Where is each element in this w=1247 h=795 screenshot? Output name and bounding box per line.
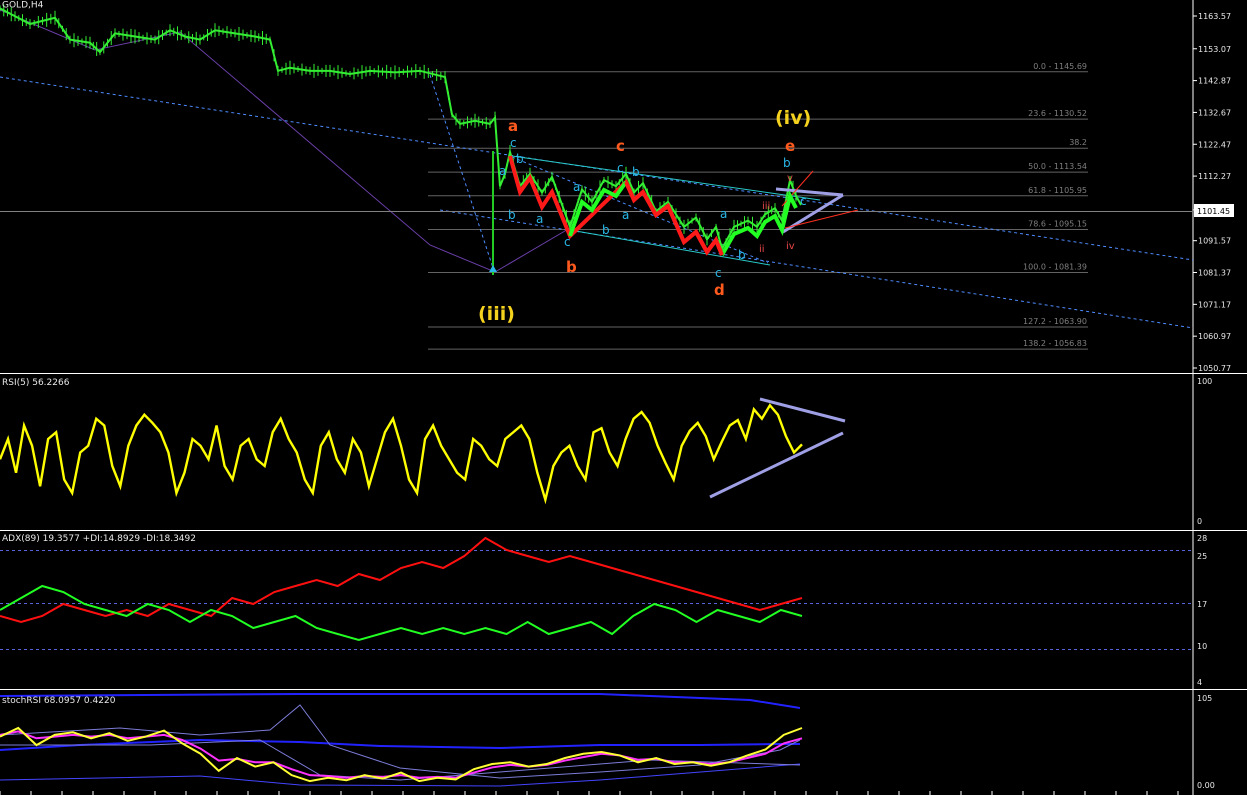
adx-axis-label: 28 [1197, 534, 1207, 543]
wave-label: c [616, 137, 625, 155]
wave-label: c [800, 194, 807, 208]
adx-axis-label: 25 [1197, 552, 1207, 561]
gold-h4-chart: 0.0 - 1145.69 23.6 - 1130.52 38.2 50.0 - 11… [0, 0, 1247, 795]
price-axis-label: 1112.27 [1198, 172, 1231, 181]
price-axis-label: 1071.17 [1198, 300, 1231, 309]
wave-label: a [508, 117, 518, 135]
adx-axis-label: 4 [1197, 678, 1202, 687]
wave-label: c [617, 161, 624, 175]
fib-level-label: 100.0 - 1081.39 [1023, 262, 1087, 271]
fib-level-label: 127.2 - 1063.90 [1023, 317, 1087, 326]
stochrsi-axis-label: 0.00 [1197, 781, 1215, 790]
fib-level-label: 50.0 - 1113.54 [1028, 162, 1087, 171]
stochrsi-axis-label: 105 [1197, 694, 1212, 703]
wave-label: b [632, 165, 640, 179]
price-axis-label: 1060.97 [1198, 332, 1231, 341]
adx-axis-label: 10 [1197, 642, 1207, 651]
adx-axis-label: 17 [1197, 600, 1207, 609]
stochrsi-header: stochRSI 68.0957 0.4220 [2, 696, 116, 706]
wave-label: e [785, 137, 795, 155]
wave-label: a [720, 207, 727, 221]
fib-level-label: 38.2 [1069, 138, 1087, 147]
price-axis-label: 1091.57 [1198, 237, 1231, 246]
price-axis-label: 1081.37 [1198, 269, 1231, 278]
fib-level-label: 138.2 - 1056.83 [1023, 339, 1087, 348]
wave-label: b [508, 208, 516, 222]
rsi-header: RSI(5) 56.2266 [2, 378, 70, 388]
fib-level-label: 78.6 - 1095.15 [1028, 220, 1087, 229]
wave-label: a [499, 164, 506, 178]
wave-label: iii [762, 201, 770, 212]
wave-label: d [714, 281, 725, 299]
wave-label: c [564, 235, 571, 249]
wave-label: c [715, 266, 722, 280]
wave-label: iv [786, 241, 795, 252]
price-axis-label: 1153.07 [1198, 45, 1231, 54]
price-axis-label: 1050.77 [1198, 364, 1231, 373]
price-axis-label: 1132.67 [1198, 108, 1231, 117]
current-price-text: 1101.45 [1197, 207, 1230, 216]
wave-label: (iv) [775, 107, 811, 129]
wave-label: v [787, 173, 793, 184]
wave-label: ii [759, 244, 765, 255]
wave-label: b [602, 223, 610, 237]
wave-label: a [622, 208, 629, 222]
price-axis-label: 1163.57 [1198, 12, 1231, 21]
wave-label: b [783, 156, 791, 170]
wave-label: (iii) [478, 303, 515, 325]
wave-label: b [738, 248, 746, 262]
wave-label: c [510, 136, 517, 150]
wave-label: b [516, 152, 524, 166]
wave-label: b [566, 258, 577, 276]
main-header: GOLD,H4 [2, 1, 44, 11]
wave-label: a [573, 180, 580, 194]
fib-level-label: 61.8 - 1105.95 [1028, 186, 1087, 195]
price-axis-label: 1122.47 [1198, 140, 1231, 149]
adx-header: ADX(89) 19.3577 +DI:14.8929 -DI:18.3492 [2, 534, 196, 544]
wave-label: a [536, 212, 543, 226]
fib-level-label: 23.6 - 1130.52 [1028, 109, 1087, 118]
rsi-axis-label: 0 [1197, 517, 1202, 526]
price-axis-label: 1142.87 [1198, 77, 1231, 86]
rsi-axis-label: 100 [1197, 377, 1212, 386]
fib-level-label: 0.0 - 1145.69 [1033, 62, 1087, 71]
